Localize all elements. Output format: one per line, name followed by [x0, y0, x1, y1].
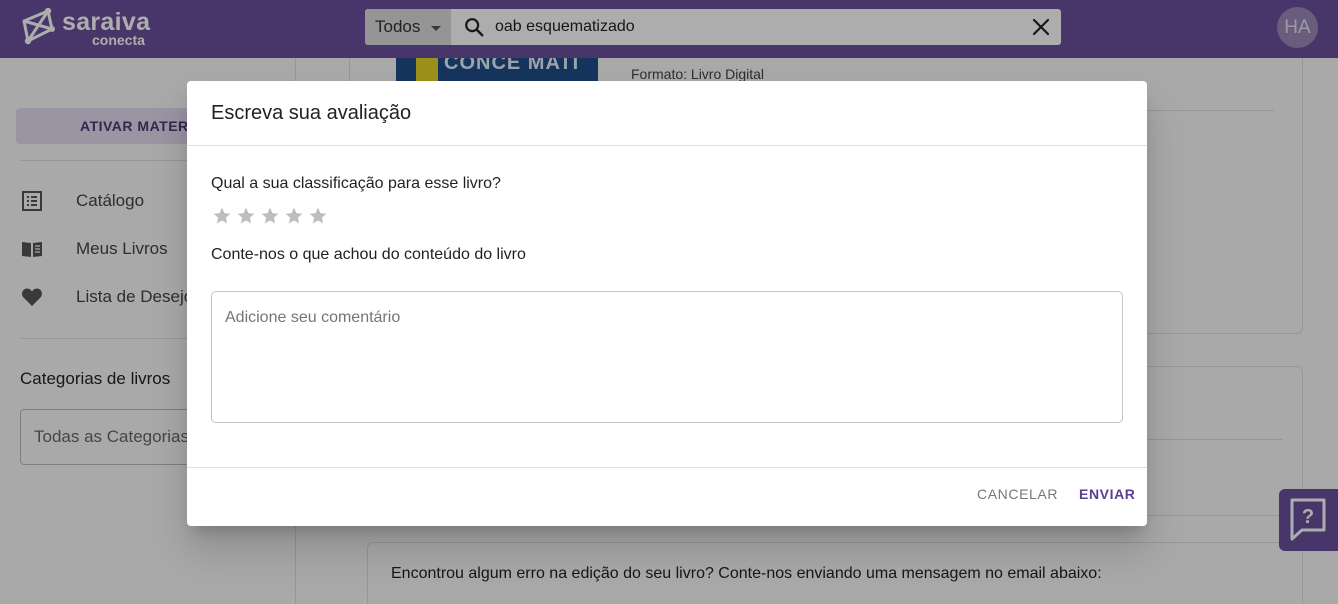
dialog-title: Escreva sua avaliação — [211, 102, 412, 124]
star-icon[interactable] — [212, 206, 232, 226]
star-rating — [212, 206, 332, 226]
send-button[interactable]: ENVIAR — [1079, 486, 1136, 502]
star-icon[interactable] — [308, 206, 328, 226]
star-icon[interactable] — [260, 206, 280, 226]
comment-prompt: Conte-nos o que achou do conteúdo do liv… — [211, 246, 526, 263]
star-icon[interactable] — [236, 206, 256, 226]
dialog-divider — [187, 145, 1147, 146]
comment-textarea[interactable] — [211, 291, 1123, 423]
review-dialog: Escreva sua avaliação Qual a sua classif… — [187, 81, 1147, 526]
cancel-button[interactable]: CANCELAR — [977, 486, 1058, 502]
star-icon[interactable] — [284, 206, 304, 226]
rating-question: Qual a sua classificação para esse livro… — [211, 175, 501, 192]
dialog-divider — [187, 467, 1147, 468]
